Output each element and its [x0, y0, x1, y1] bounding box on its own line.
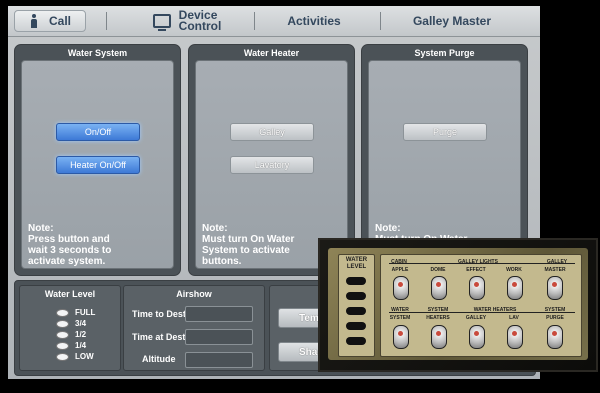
level-indicator [56, 308, 69, 317]
switch-led [398, 282, 403, 287]
lav-heater-switch[interactable] [507, 325, 523, 349]
water-level-row: 1/2 [56, 330, 86, 339]
panel-body: On/Off Heater On/Off Note: Press button … [21, 60, 174, 269]
system-purge-switch[interactable] [547, 325, 563, 349]
call-button[interactable]: Call [14, 10, 86, 32]
water-onoff-button[interactable]: On/Off [56, 123, 140, 141]
switch-led [474, 331, 479, 336]
water-system-panel: Water System On/Off Heater On/Off Note: … [14, 44, 181, 276]
galley-master-switch[interactable] [547, 276, 563, 300]
tab-device-control-label: Device Control [178, 9, 222, 33]
device-label-line2: Control [178, 19, 222, 33]
effect-switch[interactable] [469, 276, 485, 300]
airshow-title: Airshow [176, 289, 212, 299]
nav-divider [106, 12, 107, 30]
level-indicator [56, 330, 69, 339]
water-level-row: 1/4 [56, 341, 86, 350]
hw-label: PURGE [546, 315, 564, 321]
water-system-note: Note: Press button and wait 3 seconds to… [28, 223, 112, 267]
hw-label: DOME [430, 267, 446, 273]
level-indicator [56, 341, 69, 350]
level-indicator [56, 319, 69, 328]
nav-divider [254, 12, 255, 30]
level-slot [346, 322, 366, 330]
airshow-panel: Airshow Time to Dest. Time at Dest. Alti… [123, 285, 265, 371]
tab-device-control[interactable]: Device Control [132, 6, 242, 36]
galley-heater-switch[interactable] [469, 325, 485, 349]
gauge-label-line1: WATER [345, 257, 368, 263]
switch-led [512, 282, 517, 287]
water-level-panel: Water Level FULL 3/4 1/2 1/4 LOW [19, 285, 121, 371]
level-slot [346, 292, 366, 300]
time-at-dest-label: Time at Dest. [132, 332, 188, 342]
top-nav: Call Device Control Activities Galley Ma… [8, 6, 540, 37]
dome-switch[interactable] [431, 276, 447, 300]
hw-label: GALLEY [465, 315, 487, 321]
hw-label: MASTER [544, 267, 566, 273]
switch-led [512, 331, 517, 336]
heater-onoff-button[interactable]: Heater On/Off [56, 156, 140, 174]
panel-title: Water System [67, 48, 128, 58]
water-level-row: FULL [56, 308, 95, 317]
water-level-row: LOW [56, 352, 94, 361]
cabin-apple-switch[interactable] [393, 276, 409, 300]
water-level-title: Water Level [44, 289, 96, 299]
hw-label: LAV [509, 315, 519, 321]
call-label: Call [48, 14, 71, 28]
hardware-plate: WATER LEVEL CABIN GALLEY LIGHTS GALLEY A… [328, 248, 588, 360]
water-level-row: 3/4 [56, 319, 86, 328]
system-heaters-switch[interactable] [431, 325, 447, 349]
switch-led [552, 282, 557, 287]
hw-label: HEATERS [426, 315, 450, 321]
time-at-dest-field [185, 329, 253, 345]
tab-activities[interactable]: Activities [264, 6, 364, 36]
work-switch[interactable] [507, 276, 523, 300]
purge-button[interactable]: Purge [403, 123, 487, 141]
hw-label: SYSTEM [389, 315, 411, 321]
hw-label: APPLE [391, 267, 409, 273]
level-slot [346, 337, 366, 345]
altitude-label: Altitude [142, 354, 176, 364]
switch-led [436, 331, 441, 336]
water-system-switch[interactable] [393, 325, 409, 349]
hw-header: GALLEY [546, 259, 568, 265]
switch-led [474, 282, 479, 287]
level-label: LOW [75, 352, 94, 361]
hw-label: WORK [506, 267, 522, 273]
hw-header: CABIN [391, 259, 407, 265]
time-to-dest-label: Time to Dest. [132, 309, 189, 319]
tv-icon [152, 14, 171, 31]
level-label: 3/4 [75, 319, 87, 328]
altitude-field [185, 352, 253, 368]
lavatory-heater-button[interactable]: Lavatory [230, 156, 314, 174]
galley-heater-button[interactable]: Galley [230, 123, 314, 141]
switch-led [398, 331, 403, 336]
tab-galley-master[interactable]: Galley Master [392, 6, 512, 36]
panel-title: Water Heater [243, 48, 300, 58]
water-level-gauge: WATER LEVEL [338, 254, 375, 357]
person-icon [29, 14, 39, 28]
nav-divider [380, 12, 381, 30]
level-label: 1/4 [75, 341, 87, 350]
level-slot [346, 307, 366, 315]
time-to-dest-field [185, 306, 253, 322]
switch-bank: CABIN GALLEY LIGHTS GALLEY APPLE DOME EF… [380, 254, 582, 357]
gauge-label: WATER LEVEL [339, 257, 374, 271]
hw-divider [389, 263, 575, 264]
switch-led [436, 282, 441, 287]
hardware-panel-photo: WATER LEVEL CABIN GALLEY LIGHTS GALLEY A… [318, 238, 598, 372]
level-label: FULL [75, 308, 96, 317]
level-indicator [56, 352, 69, 361]
hw-header: GALLEY LIGHTS [458, 259, 498, 265]
level-slot [346, 277, 366, 285]
switch-led [552, 331, 557, 336]
panel-title: System Purge [414, 48, 475, 58]
gauge-label-line2: LEVEL [346, 264, 367, 270]
hw-divider [389, 312, 575, 313]
hw-label: EFFECT [466, 267, 486, 273]
level-label: 1/2 [75, 330, 87, 339]
